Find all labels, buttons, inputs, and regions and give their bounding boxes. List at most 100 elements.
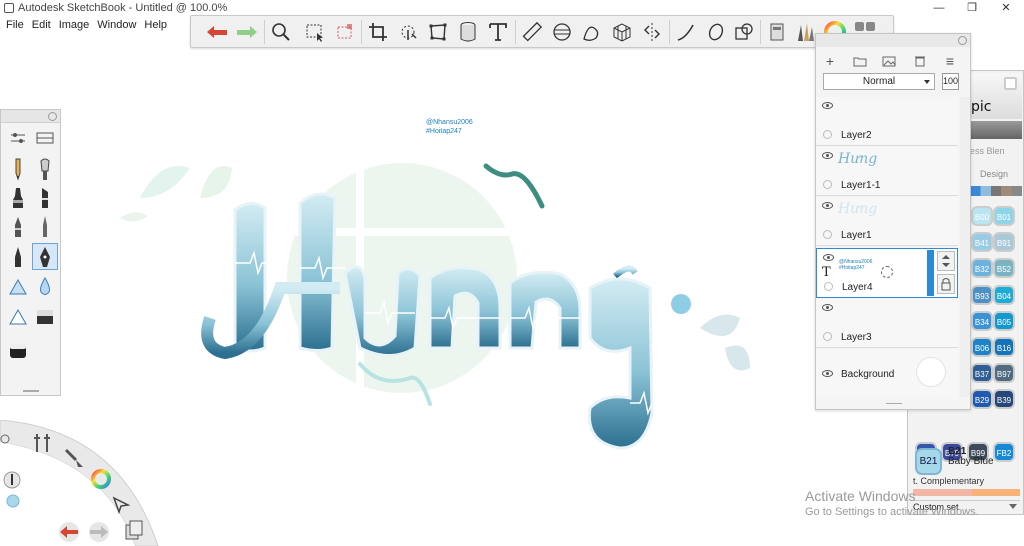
layer-opacity-field[interactable]: 100	[942, 73, 959, 90]
hard-eraser-icon[interactable]	[5, 303, 31, 330]
lagoon-color-wheel-icon[interactable]	[90, 468, 112, 493]
distort-icon[interactable]	[425, 19, 451, 45]
palette-resize-handle[interactable]	[23, 390, 39, 392]
close-button[interactable]: ✕	[990, 0, 1022, 17]
background-color-swatch[interactable]	[916, 357, 946, 387]
copic-family-strip[interactable]	[970, 186, 1022, 196]
copic-library-icon[interactable]	[764, 19, 790, 45]
copic-swatch[interactable]: FB2	[993, 441, 1015, 462]
copic-swatch[interactable]: B16	[993, 337, 1015, 357]
layer-row-layer2[interactable]: Layer2	[816, 97, 958, 146]
copic-swatch[interactable]: B93	[971, 284, 993, 305]
copic-swatch[interactable]: B04	[993, 284, 1015, 305]
layer-lock-toggle[interactable]	[823, 332, 832, 341]
visibility-eye-icon[interactable]	[822, 102, 833, 109]
lasso-select-icon[interactable]	[332, 19, 358, 45]
french-curve-icon[interactable]	[579, 19, 605, 45]
layer-lock-toggle[interactable]	[823, 130, 832, 139]
copic-swatch[interactable]: B01	[993, 206, 1015, 226]
calligraphy-pen-icon[interactable]	[32, 243, 58, 270]
lagoon-settings-icon[interactable]	[0, 434, 10, 447]
select-icon[interactable]	[302, 19, 328, 45]
crop-icon[interactable]	[365, 19, 391, 45]
transform-icon[interactable]	[395, 19, 421, 45]
text-icon[interactable]	[485, 19, 511, 45]
layer-row-layer1[interactable]: Hưng Layer1	[816, 197, 958, 246]
maximize-button[interactable]: ❐	[956, 0, 988, 17]
brush-properties-icon[interactable]	[5, 128, 31, 148]
layer-row-background[interactable]: Background	[816, 349, 958, 399]
lagoon-select-icon[interactable]	[112, 496, 131, 517]
ellipse-guide-icon[interactable]	[549, 19, 575, 45]
ellipse-tool-icon[interactable]	[703, 19, 729, 45]
round-brush-icon[interactable]	[5, 243, 31, 270]
menu-help[interactable]: Help	[144, 17, 167, 33]
layer-row-layer1-1[interactable]: Hưng Layer1-1	[816, 147, 958, 196]
delete-layer-icon[interactable]	[910, 52, 930, 70]
fine-pen-icon[interactable]	[32, 213, 58, 240]
symmetry-icon[interactable]	[639, 19, 665, 45]
blend-mode-dropdown[interactable]: Normal	[823, 73, 935, 90]
copic-swatch[interactable]: B34	[971, 310, 993, 331]
copic-swatch[interactable]: B41	[971, 232, 993, 253]
copic-swatch[interactable]: B05	[993, 310, 1015, 331]
tab-design[interactable]: Design	[980, 169, 1008, 179]
menu-file[interactable]: File	[6, 17, 24, 33]
layer-lock-icon[interactable]	[937, 274, 955, 294]
palette-toggle-button[interactable]	[48, 112, 57, 121]
copic-swatch[interactable]: B00	[971, 206, 993, 226]
copic-swatch[interactable]: B37	[971, 363, 993, 384]
copic-swatch[interactable]: B52	[993, 258, 1015, 279]
lagoon-brush-icon[interactable]	[63, 447, 85, 472]
copic-swatch[interactable]: B29	[971, 389, 993, 410]
menu-window[interactable]: Window	[97, 17, 136, 33]
layer-row-layer4[interactable]: T @Nhansu2006 #Hoitap247 Layer4	[816, 248, 958, 298]
copic-swatch[interactable]: B39	[993, 389, 1015, 410]
fill-icon[interactable]	[455, 19, 481, 45]
lagoon-brush-size-icon[interactable]	[3, 471, 21, 492]
lagoon-undo-icon[interactable]	[56, 522, 82, 545]
shapes-icon[interactable]	[731, 19, 757, 45]
lagoon-redo-icon[interactable]	[86, 522, 112, 545]
redo-icon[interactable]	[234, 19, 260, 45]
visibility-eye-icon[interactable]	[822, 152, 833, 159]
copic-swatch[interactable]: B06	[971, 337, 993, 357]
undo-icon[interactable]	[204, 19, 230, 45]
soft-eraser-icon[interactable]	[5, 337, 31, 364]
add-image-icon[interactable]	[879, 52, 899, 70]
brush-library-toggle-icon[interactable]	[32, 128, 58, 148]
lagoon-color-dot-icon[interactable]	[6, 494, 20, 511]
menu-edit[interactable]: Edit	[32, 17, 51, 33]
marker-brush-icon[interactable]	[5, 184, 31, 211]
ruler-icon[interactable]	[519, 19, 545, 45]
layer-lock-toggle[interactable]	[823, 180, 832, 189]
visibility-eye-icon[interactable]	[823, 254, 834, 261]
visibility-eye-icon[interactable]	[822, 370, 833, 377]
copic-swatch[interactable]: B97	[993, 363, 1015, 384]
perspective-icon[interactable]	[609, 19, 635, 45]
layer-lock-toggle[interactable]	[824, 282, 833, 291]
chisel-marker-icon[interactable]	[32, 184, 58, 211]
layer-row-layer3[interactable]: Layer3	[816, 299, 958, 348]
eraser-icon[interactable]	[32, 303, 58, 330]
layer-menu-icon[interactable]: ≡	[940, 52, 960, 70]
pencil-brush-icon[interactable]	[5, 155, 31, 182]
copic-swatch[interactable]: B91	[993, 232, 1015, 253]
minimize-button[interactable]: —	[923, 0, 955, 17]
layer-move-icon[interactable]	[937, 251, 955, 271]
lagoon-toolbox-icon[interactable]	[33, 432, 51, 457]
stroke-icon[interactable]	[673, 19, 699, 45]
airbrush-icon[interactable]	[32, 155, 58, 182]
visibility-eye-icon[interactable]	[822, 304, 833, 311]
zoom-icon[interactable]	[268, 19, 294, 45]
ink-pen-icon[interactable]	[5, 213, 31, 240]
add-layer-icon[interactable]: +	[820, 52, 840, 70]
layer-lock-toggle[interactable]	[823, 230, 832, 239]
lagoon-layers-icon[interactable]	[125, 520, 143, 543]
layer-list-scrollbar[interactable]	[960, 97, 970, 397]
layer-panel-toggle-button[interactable]	[958, 36, 967, 45]
blender-drop-icon[interactable]	[32, 273, 58, 300]
add-group-icon[interactable]	[850, 52, 870, 70]
triangle-eraser-icon[interactable]	[5, 273, 31, 300]
copic-swatch[interactable]: B32	[971, 258, 993, 279]
